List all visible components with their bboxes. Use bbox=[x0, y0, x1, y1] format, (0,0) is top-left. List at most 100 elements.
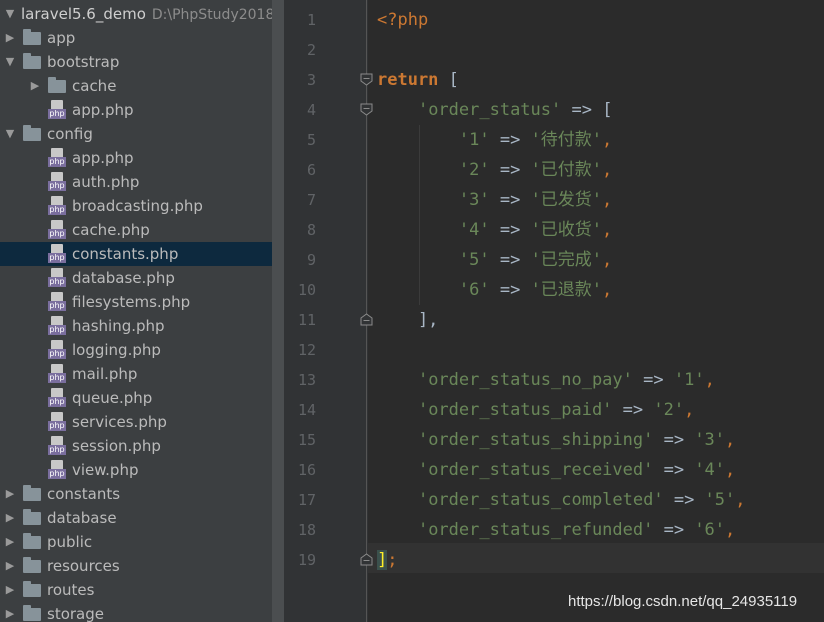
chevron-right-icon[interactable]: ▶ bbox=[2, 578, 18, 602]
tree-file[interactable]: php mail.php bbox=[0, 362, 272, 386]
tree-file[interactable]: php broadcasting.php bbox=[0, 194, 272, 218]
project-root[interactable]: ▼ laravel5.6_demo D:\PhpStudy2018\ bbox=[0, 2, 272, 26]
chevron-right-icon[interactable]: ▶ bbox=[2, 530, 18, 554]
tree-file[interactable]: php cache.php bbox=[0, 218, 272, 242]
tree-item-label: bootstrap bbox=[47, 53, 120, 71]
line-number: 18 bbox=[297, 521, 316, 539]
tree-file[interactable]: php queue.php bbox=[0, 386, 272, 410]
line-number: 10 bbox=[297, 281, 316, 299]
fold-end-icon[interactable] bbox=[360, 313, 373, 326]
tree-file[interactable]: php auth.php bbox=[0, 170, 272, 194]
project-path: D:\PhpStudy2018\ bbox=[151, 7, 272, 23]
tree-item-label: app bbox=[47, 29, 76, 47]
tree-folder[interactable]: ▶ routes bbox=[0, 578, 272, 602]
tree-item-label: app.php bbox=[72, 149, 134, 167]
project-tree: ▼ laravel5.6_demo D:\PhpStudy2018\ ▶ app ▼ b… bbox=[0, 0, 272, 622]
code-line[interactable]: 'order_status_refunded' => '6', bbox=[377, 515, 735, 545]
code-line[interactable]: 'order_status_shipping' => '3', bbox=[377, 425, 735, 455]
line-number: 14 bbox=[297, 401, 316, 419]
php-file-icon: php bbox=[48, 220, 66, 240]
line-number: 6 bbox=[306, 161, 316, 179]
fold-collapse-icon[interactable] bbox=[360, 103, 373, 116]
folder-icon bbox=[23, 581, 41, 597]
tree-item-label: routes bbox=[47, 581, 95, 599]
tree-folder[interactable]: ▼ config bbox=[0, 122, 272, 146]
folder-icon bbox=[23, 29, 41, 45]
tree-file[interactable]: php services.php bbox=[0, 410, 272, 434]
chevron-right-icon[interactable]: ▶ bbox=[2, 602, 18, 622]
chevron-right-icon[interactable]: ▶ bbox=[27, 74, 43, 98]
code-line[interactable]: 'order_status_paid' => '2', bbox=[377, 395, 694, 425]
chevron-down-icon[interactable]: ▼ bbox=[2, 50, 18, 74]
chevron-down-icon[interactable]: ▼ bbox=[2, 122, 18, 146]
code-line[interactable]: 'order_status_completed' => '5', bbox=[377, 485, 746, 515]
tree-scrollbar[interactable] bbox=[272, 0, 284, 622]
php-file-icon: php bbox=[48, 316, 66, 336]
tree-folder[interactable]: ▼ bootstrap bbox=[0, 50, 272, 74]
code-line[interactable]: <?php bbox=[377, 5, 428, 35]
php-file-icon: php bbox=[48, 100, 66, 120]
code-line[interactable]: '3' => '已发货', bbox=[377, 185, 612, 215]
tree-folder[interactable]: ▶ resources bbox=[0, 554, 272, 578]
tree-file[interactable]: php logging.php bbox=[0, 338, 272, 362]
line-number: 1 bbox=[306, 11, 316, 29]
tree-item-label: config bbox=[47, 125, 93, 143]
code-line[interactable]: '1' => '待付款', bbox=[377, 125, 612, 155]
chevron-down-icon[interactable]: ▼ bbox=[2, 2, 18, 26]
tree-file[interactable]: php app.php bbox=[0, 98, 272, 122]
php-file-icon: php bbox=[48, 412, 66, 432]
php-file-icon: php bbox=[48, 364, 66, 384]
line-number: 4 bbox=[306, 101, 316, 119]
folder-icon bbox=[23, 605, 41, 621]
fold-collapse-icon[interactable] bbox=[360, 73, 373, 86]
code-line[interactable]: 'order_status' => [ bbox=[377, 95, 612, 125]
tree-file[interactable]: php hashing.php bbox=[0, 314, 272, 338]
tree-folder[interactable]: ▶ cache bbox=[0, 74, 272, 98]
line-number: 2 bbox=[306, 41, 316, 59]
chevron-right-icon[interactable]: ▶ bbox=[2, 482, 18, 506]
php-file-icon: php bbox=[48, 292, 66, 312]
tree-item-label: queue.php bbox=[72, 389, 153, 407]
folder-icon bbox=[23, 125, 41, 141]
code-line[interactable]: '6' => '已退款', bbox=[377, 275, 612, 305]
tree-file[interactable]: php session.php bbox=[0, 434, 272, 458]
tree-file[interactable]: php filesystems.php bbox=[0, 290, 272, 314]
code-line[interactable]: 'order_status_no_pay' => '1', bbox=[377, 365, 715, 395]
code-line[interactable]: 'order_status_received' => '4', bbox=[377, 455, 735, 485]
line-number: 19 bbox=[297, 551, 316, 569]
code-line[interactable]: '4' => '已收货', bbox=[377, 215, 612, 245]
code-line[interactable]: return [ bbox=[377, 65, 459, 95]
code-line[interactable]: '5' => '已完成', bbox=[377, 245, 612, 275]
tree-folder[interactable]: ▶ app bbox=[0, 26, 272, 50]
line-number: 15 bbox=[297, 431, 316, 449]
tree-item-label: app.php bbox=[72, 101, 134, 119]
fold-end-icon[interactable] bbox=[360, 553, 373, 566]
chevron-right-icon[interactable]: ▶ bbox=[2, 554, 18, 578]
chevron-right-icon[interactable]: ▶ bbox=[2, 26, 18, 50]
tree-folder[interactable]: ▶ public bbox=[0, 530, 272, 554]
tree-item-label: constants bbox=[47, 485, 121, 503]
code-line[interactable]: '2' => '已付款', bbox=[377, 155, 612, 185]
tree-file[interactable]: php database.php bbox=[0, 266, 272, 290]
php-file-icon: php bbox=[48, 172, 66, 192]
tree-item-label: mail.php bbox=[72, 365, 138, 383]
tree-item-label: cache bbox=[72, 77, 117, 95]
code-line[interactable]: ]; bbox=[377, 545, 398, 575]
tree-file[interactable]: php constants.php bbox=[0, 242, 272, 266]
php-file-icon: php bbox=[48, 196, 66, 216]
tree-folder[interactable]: ▶ storage bbox=[0, 602, 272, 622]
tree-file[interactable]: php view.php bbox=[0, 458, 272, 482]
folder-icon bbox=[23, 533, 41, 549]
tree-file[interactable]: php app.php bbox=[0, 146, 272, 170]
tree-item-label: session.php bbox=[72, 437, 161, 455]
line-number: 12 bbox=[297, 341, 316, 359]
code-line[interactable]: ], bbox=[377, 305, 438, 335]
chevron-right-icon[interactable]: ▶ bbox=[2, 506, 18, 530]
tree-folder[interactable]: ▶ constants bbox=[0, 482, 272, 506]
line-number: 17 bbox=[297, 491, 316, 509]
line-number: 11 bbox=[297, 311, 316, 329]
line-number: 3 bbox=[306, 71, 316, 89]
tree-folder[interactable]: ▶ database bbox=[0, 506, 272, 530]
watermark-text: https://blog.csdn.net/qq_24935119 bbox=[568, 593, 798, 610]
tree-item-label: constants.php bbox=[72, 245, 179, 263]
